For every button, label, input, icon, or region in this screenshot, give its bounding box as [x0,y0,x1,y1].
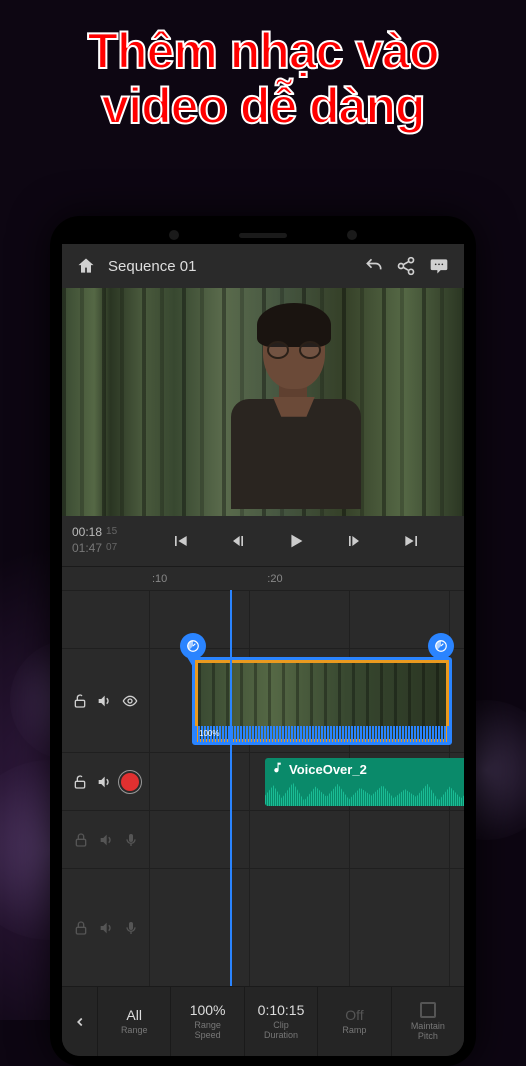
audio-clip-label: VoiceOver_2 [289,762,367,777]
ruler-tick: :10 [152,573,167,585]
current-frame: 15 [106,525,117,541]
volume-icon[interactable] [96,693,112,709]
current-time: 00:18 [72,525,102,541]
video-track: 100% [62,648,464,752]
step-forward-icon[interactable] [339,526,369,556]
speed-value: 100% [190,1002,226,1018]
comment-icon[interactable] [428,256,450,276]
mic-icon[interactable] [123,832,139,848]
duration-button[interactable]: 0:10:15 Clip Duration [245,987,318,1056]
total-time: 01:47 [72,541,102,557]
ramp-button[interactable]: Off Ramp [318,987,391,1056]
share-icon[interactable] [396,256,416,276]
playhead[interactable] [230,590,232,986]
ramp-label: Ramp [342,1026,366,1036]
app-topbar: Sequence 01 [62,244,464,288]
audio-clip[interactable]: VoiceOver_2 [265,758,464,806]
ruler-tick: :20 [267,573,282,585]
app-screen: Sequence 01 00:1815 01:4707 [62,244,464,1056]
pitch-label: Maintain Pitch [411,1022,445,1042]
video-preview[interactable] [62,288,464,516]
volume-icon[interactable] [98,832,114,848]
duration-label: Clip Duration [264,1021,298,1041]
track-controls [62,811,150,868]
track-controls [62,649,150,752]
music-note-icon [271,761,284,777]
total-frame: 07 [106,541,117,557]
waveform [265,780,464,806]
headline-line2: video dễ dàng [0,79,526,134]
volume-icon[interactable] [98,920,114,936]
timeline-ruler[interactable]: :10 :20 [62,566,464,590]
mic-icon[interactable] [123,920,139,936]
unlock-icon[interactable] [72,774,88,790]
pitch-button[interactable]: Maintain Pitch [392,987,464,1056]
step-back-icon[interactable] [223,526,253,556]
bottom-toolbar: All Range 100% Range Speed 0:10:15 Clip … [62,986,464,1056]
clip-speed-label: 100% [199,726,219,740]
speed-label: Range Speed [194,1021,221,1041]
phone-notch [62,226,464,244]
skip-end-icon[interactable] [397,526,427,556]
track-controls [62,869,150,986]
record-icon[interactable] [121,773,139,791]
track-row [62,868,464,986]
track-controls [62,753,150,810]
audio-track: VoiceOver_2 [62,752,464,810]
transport-bar: 00:1815 01:4707 [62,516,464,566]
skip-start-icon[interactable] [165,526,195,556]
back-button[interactable] [62,987,98,1056]
ramp-value: Off [345,1007,363,1023]
undo-icon[interactable] [364,256,384,276]
track-row [62,810,464,868]
lock-icon[interactable] [73,832,89,848]
speed-marker-start[interactable] [180,633,206,659]
speed-button[interactable]: 100% Range Speed [171,987,244,1056]
timeline-area[interactable]: 100% VoiceOver_2 [62,590,464,986]
track-controls [62,591,150,648]
volume-icon[interactable] [96,774,112,790]
lock-icon[interactable] [73,920,89,936]
range-value: All [126,1007,142,1023]
duration-value: 0:10:15 [258,1002,305,1018]
phone-frame: Sequence 01 00:1815 01:4707 [50,216,476,1066]
range-button[interactable]: All Range [98,987,171,1056]
home-icon[interactable] [76,256,96,276]
checkbox-icon [420,1002,436,1018]
timecode-display: 00:1815 01:4707 [72,525,138,556]
headline-line1: Thêm nhạc vào [0,24,526,79]
marketing-headline: Thêm nhạc vào video dễ dàng [0,24,526,134]
sequence-title[interactable]: Sequence 01 [108,258,196,275]
track-row [62,590,464,648]
unlock-icon[interactable] [72,693,88,709]
play-icon[interactable] [281,526,311,556]
speed-marker-end[interactable] [428,633,454,659]
range-label: Range [121,1026,148,1036]
chevron-left-icon [73,1015,87,1029]
eye-icon[interactable] [121,693,139,709]
